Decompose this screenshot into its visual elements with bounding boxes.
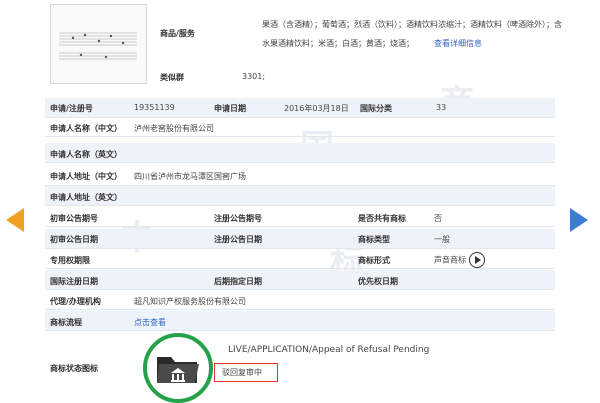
similar-group-value: 3301;	[242, 72, 266, 81]
later-designation-label: 后期指定日期	[214, 277, 262, 286]
table-row	[45, 311, 555, 331]
process-view-link[interactable]: 点击查看	[134, 317, 166, 328]
applicant-cn-value: 泸州老窖股份有限公司	[134, 124, 214, 133]
exclusive-period-label: 专用权期限	[50, 256, 90, 265]
table-row	[45, 270, 555, 290]
prev-arrow-icon[interactable]	[6, 208, 24, 232]
shared-label: 是否共有商标	[358, 214, 406, 223]
agent-label: 代理/办理机构	[50, 297, 101, 306]
reg-pub-no-label: 注册公告期号	[214, 214, 262, 223]
application-no-label: 申请/注册号	[50, 104, 93, 113]
goods-text-line1: 果酒（含酒精）；葡萄酒；烈酒（饮料）；酒精饮料浓缩汁；酒精饮料（啤酒除外）；含	[262, 20, 562, 29]
similar-group-label: 类似群	[160, 73, 184, 82]
status-icon-label: 商标状态图标	[50, 364, 98, 373]
goods-text-line2: 水果酒精饮料；米酒；白酒；黄酒；烧酒；	[262, 39, 414, 48]
mark-form-value: 声音商标	[434, 252, 485, 268]
applicant-cn-label: 申请人名称（中文）	[50, 124, 122, 133]
table-row	[45, 207, 555, 227]
priority-date-label: 优先权日期	[358, 277, 398, 286]
sound-mark-sheet-icon	[59, 32, 137, 60]
application-no-value: 19351139	[134, 103, 175, 112]
mark-type-value: 一般	[434, 235, 450, 244]
mark-form-text: 声音商标	[434, 255, 466, 265]
prelim-pub-date-label: 初审公告日期	[50, 235, 98, 244]
intl-reg-date-label: 国际注册日期	[50, 277, 98, 286]
application-date-value: 2016年03月18日	[284, 104, 349, 113]
table-row	[45, 290, 555, 310]
trademark-image	[50, 4, 147, 84]
status-circle	[143, 333, 213, 403]
folder-court-icon	[157, 357, 199, 383]
address-cn-value: 四川省泸州市龙马潭区国窖广场	[134, 172, 246, 181]
mark-type-label: 商标类型	[358, 235, 390, 244]
intl-class-value: 33	[436, 103, 447, 112]
reg-pub-date-label: 注册公告日期	[214, 235, 262, 244]
intl-class-label: 国际分类	[360, 104, 392, 113]
status-english: LIVE/APPLICATION/Appeal of Refusal Pendi…	[228, 345, 430, 355]
application-date-label: 申请日期	[214, 104, 246, 113]
next-arrow-icon[interactable]	[570, 208, 588, 232]
play-icon[interactable]	[469, 252, 485, 268]
process-label: 商标流程	[50, 318, 82, 327]
view-details-link[interactable]: 查看详细信息	[434, 38, 482, 49]
applicant-en-label: 申请人名称（英文）	[50, 150, 122, 159]
address-cn-label: 申请人地址（中文）	[50, 172, 122, 181]
shared-value: 否	[434, 214, 442, 223]
status-chinese: 驳回复审中	[222, 368, 262, 377]
mark-form-label: 商标形式	[358, 256, 390, 265]
agent-value: 超凡知识产权服务股份有限公司	[134, 297, 246, 306]
goods-label: 商品/服务	[160, 29, 195, 38]
prelim-pub-no-label: 初审公告期号	[50, 214, 98, 223]
table-row	[45, 229, 555, 249]
address-en-label: 申请人地址（英文）	[50, 193, 122, 202]
